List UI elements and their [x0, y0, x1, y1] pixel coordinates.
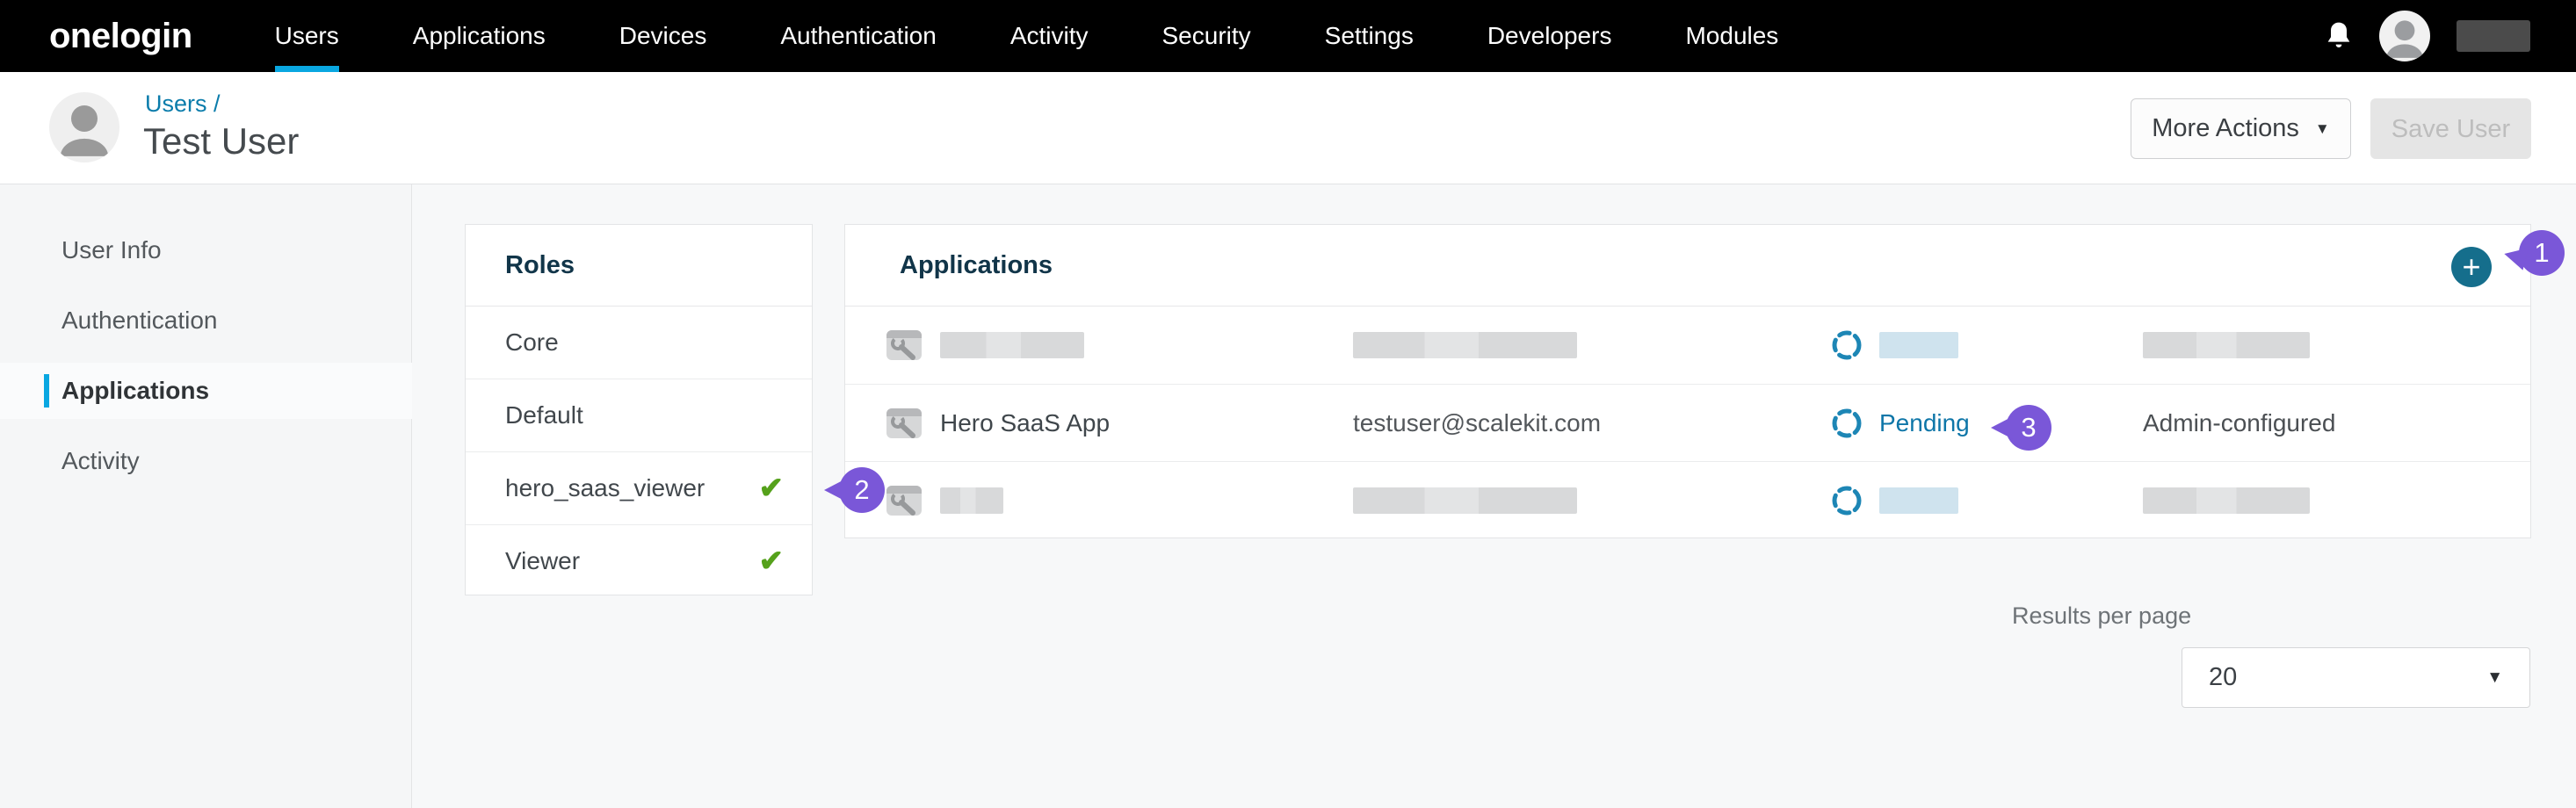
status-cell [1830, 484, 2143, 517]
provisioning-skeleton [2143, 332, 2310, 358]
role-name: hero_saas_viewer [505, 474, 705, 502]
nav-item-activity[interactable]: Activity [973, 0, 1125, 72]
annotation-badge-2: 2 [839, 467, 885, 513]
provisioning-spinner-icon [1830, 407, 1863, 440]
role-row-hero-saas-viewer[interactable]: hero_saas_viewer ✔ [466, 451, 812, 524]
check-icon: ✔ [759, 471, 785, 506]
check-icon: ✔ [759, 544, 785, 579]
status-cell [1830, 328, 2143, 362]
role-name: Default [505, 401, 583, 429]
roles-panel-title: Roles [466, 225, 812, 307]
nav-item-security[interactable]: Security [1125, 0, 1288, 72]
user-avatar[interactable] [2379, 11, 2430, 61]
applications-panel: Applications + [844, 224, 2531, 538]
app-name-skeleton [940, 332, 1084, 358]
role-row-core[interactable]: Core [466, 307, 812, 379]
save-user-button[interactable]: Save User [2370, 98, 2531, 159]
account-name-chip[interactable] [2457, 20, 2530, 52]
status-skeleton [1879, 332, 1958, 358]
app-login: testuser@scalekit.com [1353, 409, 1830, 437]
app-wrench-icon [886, 407, 923, 440]
app-name: Hero SaaS App [940, 409, 1353, 437]
role-name: Viewer [505, 547, 580, 575]
app-name-skeleton [940, 487, 1003, 514]
chevron-down-icon: ▼ [2486, 668, 2503, 688]
person-icon [2379, 11, 2430, 61]
application-row-loading[interactable] [845, 461, 2530, 538]
results-per-page-label: Results per page [2012, 602, 2191, 630]
app-wrench-icon [886, 328, 923, 362]
user-detail-sidebar: User Info Authentication Applications Ac… [0, 184, 412, 808]
page-title: Test User [143, 120, 299, 162]
status-pending-text: Pending [1879, 409, 1970, 437]
login-skeleton [1353, 332, 1577, 358]
notifications-bell-icon[interactable] [2325, 20, 2353, 52]
sidebar-item-user-info[interactable]: User Info [0, 222, 412, 278]
results-per-page-select[interactable]: 20 ▼ [2182, 647, 2530, 708]
breadcrumb-users-link[interactable]: Users / [145, 90, 221, 118]
nav-item-developers[interactable]: Developers [1451, 0, 1649, 72]
results-per-page-value: 20 [2209, 663, 2237, 692]
provisioning-spinner-icon [1830, 328, 1863, 362]
chevron-down-icon: ▼ [2315, 120, 2330, 138]
nav-items: Users Applications Devices Authenticatio… [238, 0, 1816, 72]
provisioning-skeleton [2143, 487, 2310, 514]
nav-item-devices[interactable]: Devices [582, 0, 744, 72]
onelogin-logo[interactable]: onelogin [49, 17, 192, 56]
nav-item-users[interactable]: Users [238, 0, 376, 72]
role-row-viewer[interactable]: Viewer ✔ [466, 524, 812, 597]
more-actions-button[interactable]: More Actions ▼ [2131, 98, 2351, 159]
sidebar-item-activity[interactable]: Activity [0, 433, 412, 489]
applications-panel-title: Applications [845, 225, 2530, 307]
sidebar-item-applications[interactable]: Applications [0, 363, 412, 419]
roles-panel: Roles Core Default hero_saas_viewer ✔ Vi… [465, 224, 813, 595]
person-icon [49, 92, 119, 162]
nav-item-authentication[interactable]: Authentication [743, 0, 973, 72]
annotation-badge-3: 3 [2006, 405, 2051, 451]
status-skeleton [1879, 487, 1958, 514]
more-actions-label: More Actions [2152, 114, 2299, 143]
nav-item-applications[interactable]: Applications [376, 0, 582, 72]
nav-item-settings[interactable]: Settings [1288, 0, 1451, 72]
status-cell: Pending [1830, 407, 2143, 440]
test-user-avatar [49, 92, 119, 162]
annotation-badge-1: 1 [2519, 230, 2565, 276]
provisioning-state: Admin-configured [2143, 409, 2530, 437]
role-name: Core [505, 328, 559, 357]
page-header: Users / Test User More Actions ▼ Save Us… [0, 72, 2576, 184]
nav-item-modules[interactable]: Modules [1648, 0, 1815, 72]
app-wrench-icon [886, 484, 923, 517]
application-row-hero-saas-app[interactable]: Hero SaaS App testuser@scalekit.com Pend… [845, 384, 2530, 461]
nav-right-group [2325, 11, 2530, 61]
role-row-default[interactable]: Default [466, 379, 812, 451]
sidebar-item-authentication[interactable]: Authentication [0, 292, 412, 349]
top-nav: onelogin Users Applications Devices Auth… [0, 0, 2576, 72]
add-application-button[interactable]: + [2451, 247, 2492, 287]
login-skeleton [1353, 487, 1577, 514]
provisioning-spinner-icon [1830, 484, 1863, 517]
application-row-loading[interactable] [845, 307, 2530, 384]
onelogin-admin-page: onelogin Users Applications Devices Auth… [0, 0, 2576, 808]
